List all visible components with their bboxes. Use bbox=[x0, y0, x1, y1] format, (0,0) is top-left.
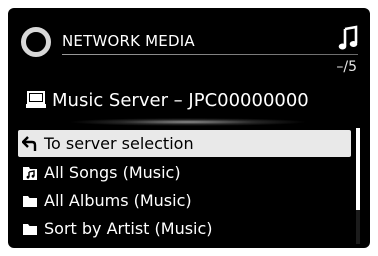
list-item-all-songs[interactable]: All Songs (Music) bbox=[18, 159, 351, 186]
list-item-all-albums[interactable]: All Albums (Music) bbox=[18, 187, 351, 214]
item-count: –/5 bbox=[336, 59, 357, 75]
list-item-sort-by-artist[interactable]: Sort by Artist (Music) bbox=[18, 215, 351, 242]
folder-icon bbox=[23, 223, 37, 235]
music-note-icon bbox=[338, 25, 358, 50]
network-media-screen: NETWORK MEDIA –/5 Music Server – JPC0000… bbox=[8, 8, 370, 248]
screen-title: NETWORK MEDIA bbox=[62, 32, 195, 50]
server-icon bbox=[26, 91, 46, 108]
folder-icon bbox=[23, 195, 37, 207]
scrollbar-thumb[interactable] bbox=[356, 128, 360, 210]
list-item-label: To server selection bbox=[44, 134, 194, 153]
server-row: Music Server – JPC00000000 bbox=[26, 89, 309, 111]
music-folder-icon bbox=[23, 166, 37, 180]
header-glow-divider bbox=[68, 118, 308, 126]
list-item-label: All Songs (Music) bbox=[44, 163, 181, 182]
list-item-server-selection[interactable]: To server selection bbox=[18, 130, 351, 157]
title-divider bbox=[62, 54, 358, 55]
list-item-label: Sort by Artist (Music) bbox=[44, 219, 213, 238]
list-item-label: All Albums (Music) bbox=[44, 191, 192, 210]
back-arrow-icon bbox=[22, 135, 37, 151]
server-name: Music Server – JPC00000000 bbox=[52, 89, 309, 111]
network-ring-icon bbox=[21, 27, 51, 57]
